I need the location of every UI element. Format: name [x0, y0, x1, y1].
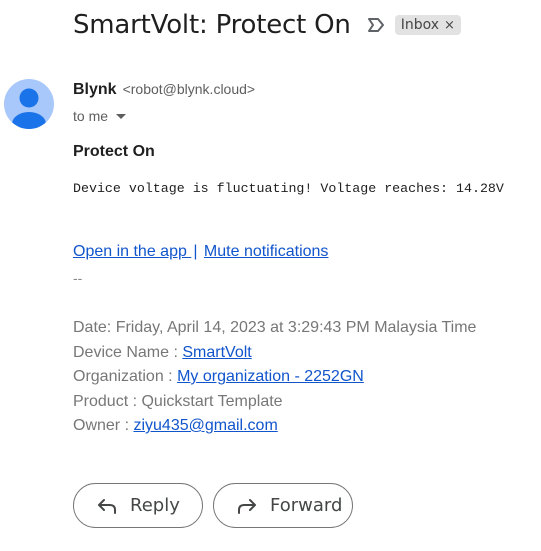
inbox-label-chip[interactable]: Inbox × [394, 15, 461, 35]
detail-date: Date: Friday, April 14, 2023 at 3:29:43 … [73, 319, 477, 336]
owner-email-link[interactable]: ziyu435@gmail.com [133, 417, 277, 434]
person-icon [12, 88, 46, 129]
reply-arrow-icon [98, 498, 116, 514]
importance-marker-icon[interactable] [365, 14, 387, 36]
device-details: Date: Friday, April 14, 2023 at 3:29:43 … [73, 316, 476, 439]
detail-organization-row: Organization : My organization - 2252GN [73, 365, 476, 390]
forward-button[interactable]: Forward [213, 483, 353, 528]
organization-link[interactable]: My organization - 2252GN [177, 368, 364, 385]
chevron-down-icon[interactable] [116, 113, 127, 119]
body-title: Protect On [73, 143, 155, 160]
reply-label: Reply [130, 495, 180, 516]
subject-row: SmartVolt: Protect On Inbox × [73, 10, 461, 40]
detail-device-row: Device Name : SmartVolt [73, 341, 476, 366]
body-message: Device voltage is fluctuating! Voltage r… [73, 181, 504, 196]
action-links: Open in the app | Mute notifications [73, 243, 328, 261]
reply-button[interactable]: Reply [73, 483, 203, 528]
forward-arrow-icon [238, 498, 256, 514]
detail-owner-label: Owner : [73, 417, 134, 434]
inbox-label-text: Inbox [400, 17, 440, 33]
forward-label: Forward [270, 495, 343, 516]
detail-product: Product : Quickstart Template [73, 392, 283, 410]
sender-name[interactable]: Blynk [73, 81, 117, 99]
mute-notifications-link[interactable]: Mute notifications [204, 243, 329, 260]
link-separator: | [193, 243, 198, 260]
email-subject: SmartVolt: Protect On [73, 10, 351, 40]
detail-owner-row: Owner : ziyu435@gmail.com [73, 414, 476, 439]
signature-divider: -- [73, 270, 83, 286]
recipient-details-toggle[interactable]: to me [73, 108, 127, 124]
sender-avatar[interactable] [4, 79, 54, 129]
recipient-summary: to me [73, 108, 109, 124]
remove-label-icon[interactable]: × [444, 18, 455, 33]
open-in-app-link[interactable]: Open in the app [73, 243, 191, 260]
device-name-link[interactable]: SmartVolt [182, 344, 251, 361]
sender-email: <robot@blynk.cloud> [122, 81, 256, 97]
sender-row: Blynk <robot@blynk.cloud> [73, 81, 255, 99]
detail-device-label: Device Name : [73, 343, 183, 361]
detail-organization-label: Organization : [73, 368, 178, 385]
